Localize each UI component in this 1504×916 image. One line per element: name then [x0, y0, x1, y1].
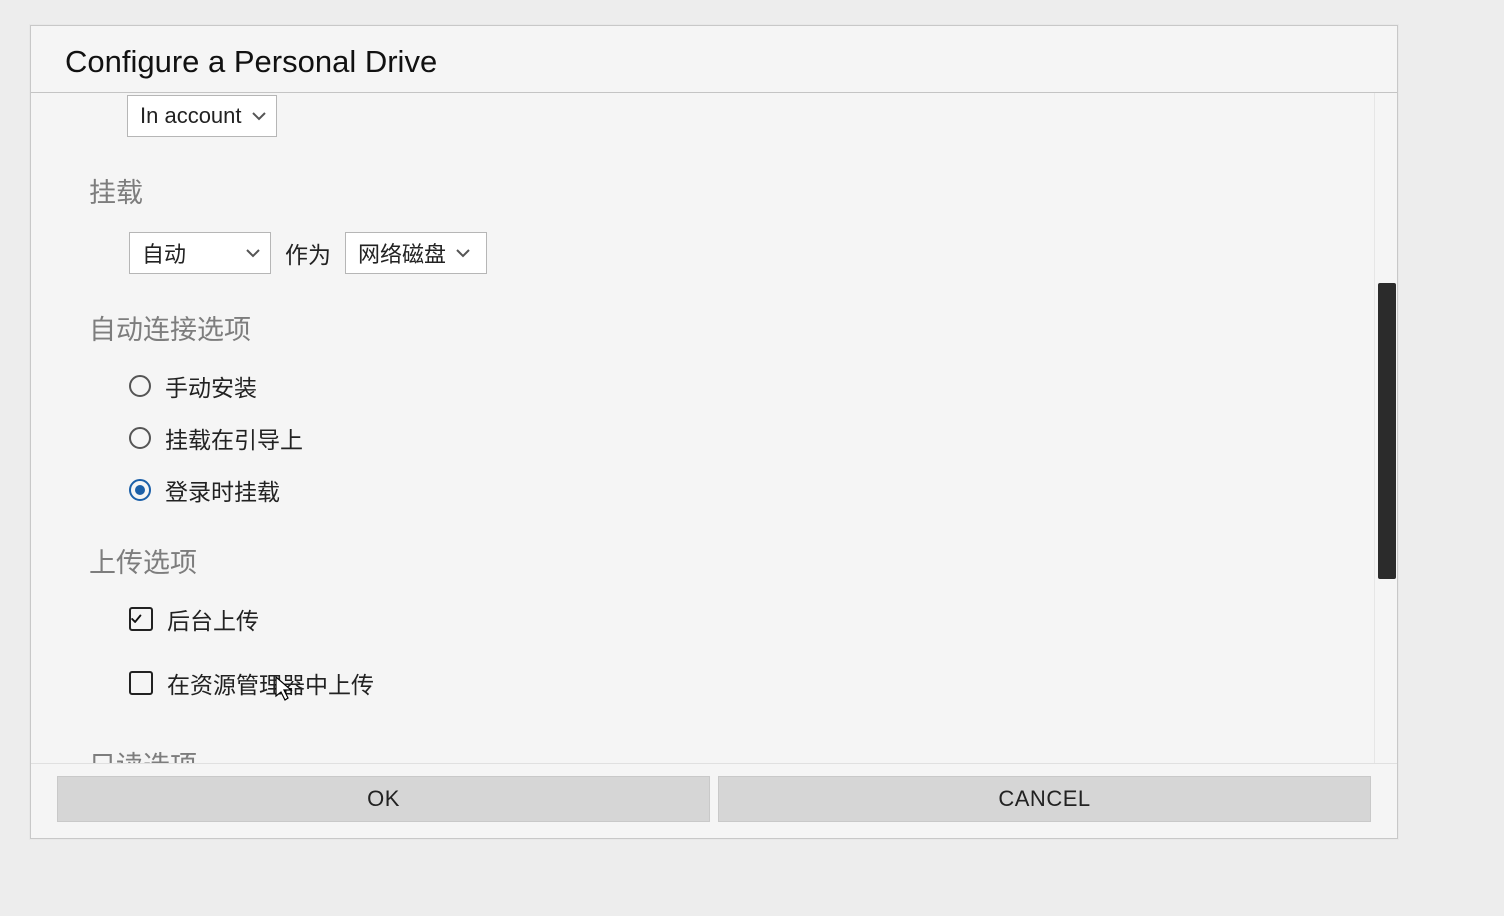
mount-as-dropdown-label: 网络磁盘 [358, 237, 446, 269]
account-dropdown-row: In account [127, 95, 1316, 137]
section-title-mount: 挂载 [89, 171, 1316, 210]
radio-mount-on-login[interactable]: 登录时挂载 [129, 473, 1316, 507]
mount-row: 自动 作为 网络磁盘 [129, 232, 1316, 274]
radio-icon [129, 479, 151, 501]
cancel-button[interactable]: CANCEL [718, 776, 1371, 822]
checkbox-explorer-upload[interactable]: 在资源管理器中上传 [129, 666, 1316, 700]
radio-icon [129, 375, 151, 397]
chevron-down-icon [246, 248, 260, 258]
mount-as-dropdown[interactable]: 网络磁盘 [345, 232, 487, 274]
radio-label: 挂载在引导上 [165, 421, 303, 455]
radio-icon [129, 427, 151, 449]
dialog-title: Configure a Personal Drive [31, 26, 1397, 93]
account-dropdown-label: In account [140, 103, 242, 129]
autoconnect-options: 手动安装 挂载在引导上 登录时挂载 [129, 369, 1316, 507]
checkbox-icon [129, 671, 153, 695]
ok-button[interactable]: OK [57, 776, 710, 822]
dialog-content: In account 挂载 自动 [31, 95, 1374, 763]
section-title-upload: 上传选项 [89, 541, 1316, 580]
section-title-autoconnect: 自动连接选项 [89, 308, 1316, 347]
chevron-down-icon [456, 248, 470, 258]
dialog-body-wrap: In account 挂载 自动 [31, 93, 1397, 763]
scrollbar-track[interactable] [1374, 93, 1397, 763]
radio-manual-install[interactable]: 手动安装 [129, 369, 1316, 403]
radio-label: 登录时挂载 [165, 473, 280, 507]
radio-mount-on-boot[interactable]: 挂载在引导上 [129, 421, 1316, 455]
checkbox-icon [129, 607, 153, 631]
checkbox-label: 在资源管理器中上传 [167, 666, 374, 700]
radio-label: 手动安装 [165, 369, 257, 403]
dialog-footer: OK CANCEL [31, 763, 1397, 838]
mount-mode-label: 自动 [142, 237, 186, 269]
mount-mode-dropdown[interactable]: 自动 [129, 232, 271, 274]
checkbox-background-upload[interactable]: 后台上传 [129, 602, 1316, 636]
section-title-readonly: 只读选项 [89, 744, 1316, 763]
account-dropdown[interactable]: In account [127, 95, 277, 137]
checkbox-label: 后台上传 [167, 602, 259, 636]
upload-options: 后台上传 在资源管理器中上传 [129, 602, 1316, 700]
configure-drive-dialog: Configure a Personal Drive In account 挂载 [30, 25, 1398, 839]
scrollbar-thumb[interactable] [1378, 283, 1396, 579]
dialog-body: In account 挂载 自动 [31, 93, 1374, 763]
chevron-down-icon [252, 111, 266, 121]
mount-as-label: 作为 [285, 236, 331, 270]
